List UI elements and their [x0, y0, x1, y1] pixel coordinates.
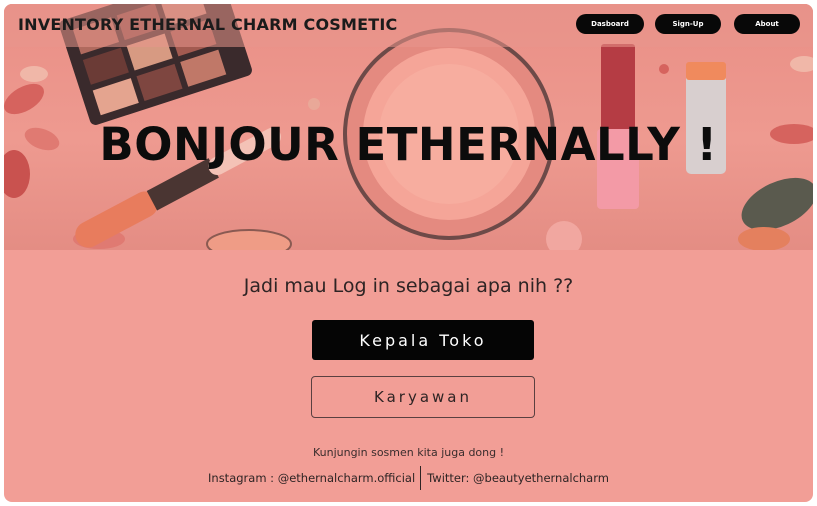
login-question: Jadi mau Log in sebagai apa nih ?? [243, 275, 574, 297]
twitter-link[interactable]: Twitter: @beautyethernalcharm [427, 471, 609, 485]
kepala-toko-button[interactable]: Kepala Toko [312, 320, 534, 360]
app-frame: INVENTORY ETHERNAL CHARM COSMETIC Dasboa… [4, 4, 813, 502]
karyawan-button[interactable]: Karyawan [311, 376, 535, 418]
nav-dashboard-button[interactable]: Dasboard [576, 14, 644, 34]
nav-signup-button[interactable]: Sign-Up [655, 14, 721, 34]
social-links: Instagram : @ethernalcharm.official Twit… [4, 466, 813, 490]
brand-title: INVENTORY ETHERNAL CHARM COSMETIC [18, 15, 398, 34]
social-note: Kunjungin sosmen kita juga dong ! [312, 446, 505, 459]
hero-banner: INVENTORY ETHERNAL CHARM COSMETIC Dasboa… [4, 4, 813, 250]
hero-title: BONJOUR ETHERNALLY ! [99, 118, 718, 171]
top-navbar: INVENTORY ETHERNAL CHARM COSMETIC Dasboa… [4, 4, 813, 47]
social-divider [420, 466, 422, 490]
instagram-link[interactable]: Instagram : @ethernalcharm.official [208, 471, 415, 485]
nav-about-button[interactable]: About [734, 14, 800, 34]
